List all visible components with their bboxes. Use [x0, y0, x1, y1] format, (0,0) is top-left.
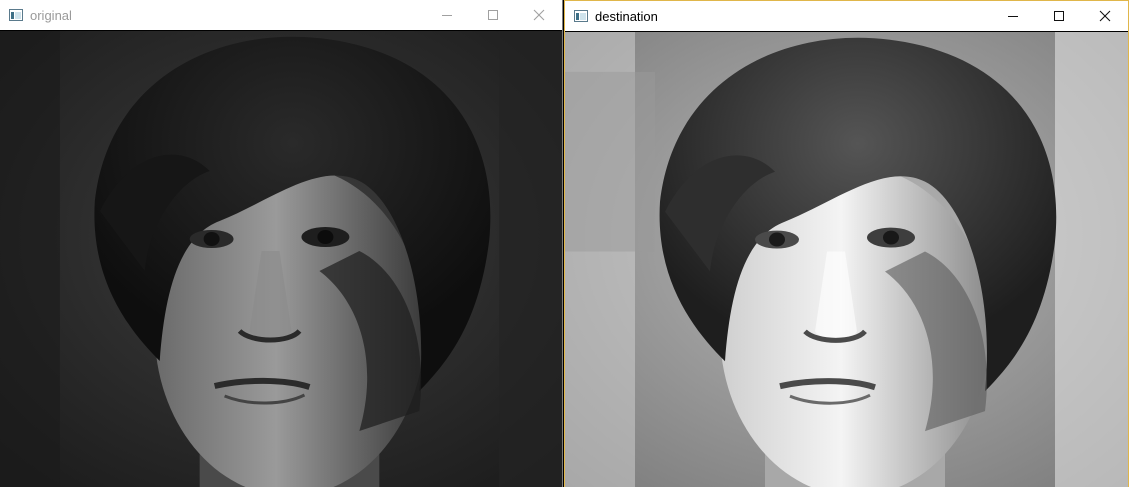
window-controls: [424, 0, 562, 30]
window-original[interactable]: original: [0, 0, 563, 487]
image-canvas-original: [0, 31, 562, 487]
app-window-icon: [574, 10, 588, 22]
face-photo-original: [0, 31, 562, 487]
titlebar-destination[interactable]: destination: [565, 1, 1128, 31]
minimize-icon: [442, 15, 452, 16]
maximize-icon: [1054, 11, 1064, 21]
close-button[interactable]: [1082, 1, 1128, 31]
image-canvas-destination: [565, 32, 1128, 487]
window-controls: [990, 1, 1128, 31]
window-title: destination: [595, 8, 658, 24]
close-button[interactable]: [516, 0, 562, 30]
maximize-button[interactable]: [470, 0, 516, 30]
close-icon: [533, 9, 545, 21]
window-destination[interactable]: destination: [564, 0, 1129, 487]
titlebar-original[interactable]: original: [0, 0, 562, 30]
maximize-icon: [488, 10, 498, 20]
minimize-button[interactable]: [424, 0, 470, 30]
minimize-icon: [1008, 16, 1018, 17]
desktop: original destination: [0, 0, 1129, 487]
minimize-button[interactable]: [990, 1, 1036, 31]
app-window-icon: [9, 9, 23, 21]
window-title: original: [30, 7, 72, 23]
maximize-button[interactable]: [1036, 1, 1082, 31]
close-icon: [1099, 10, 1111, 22]
face-photo-destination: [565, 32, 1128, 487]
